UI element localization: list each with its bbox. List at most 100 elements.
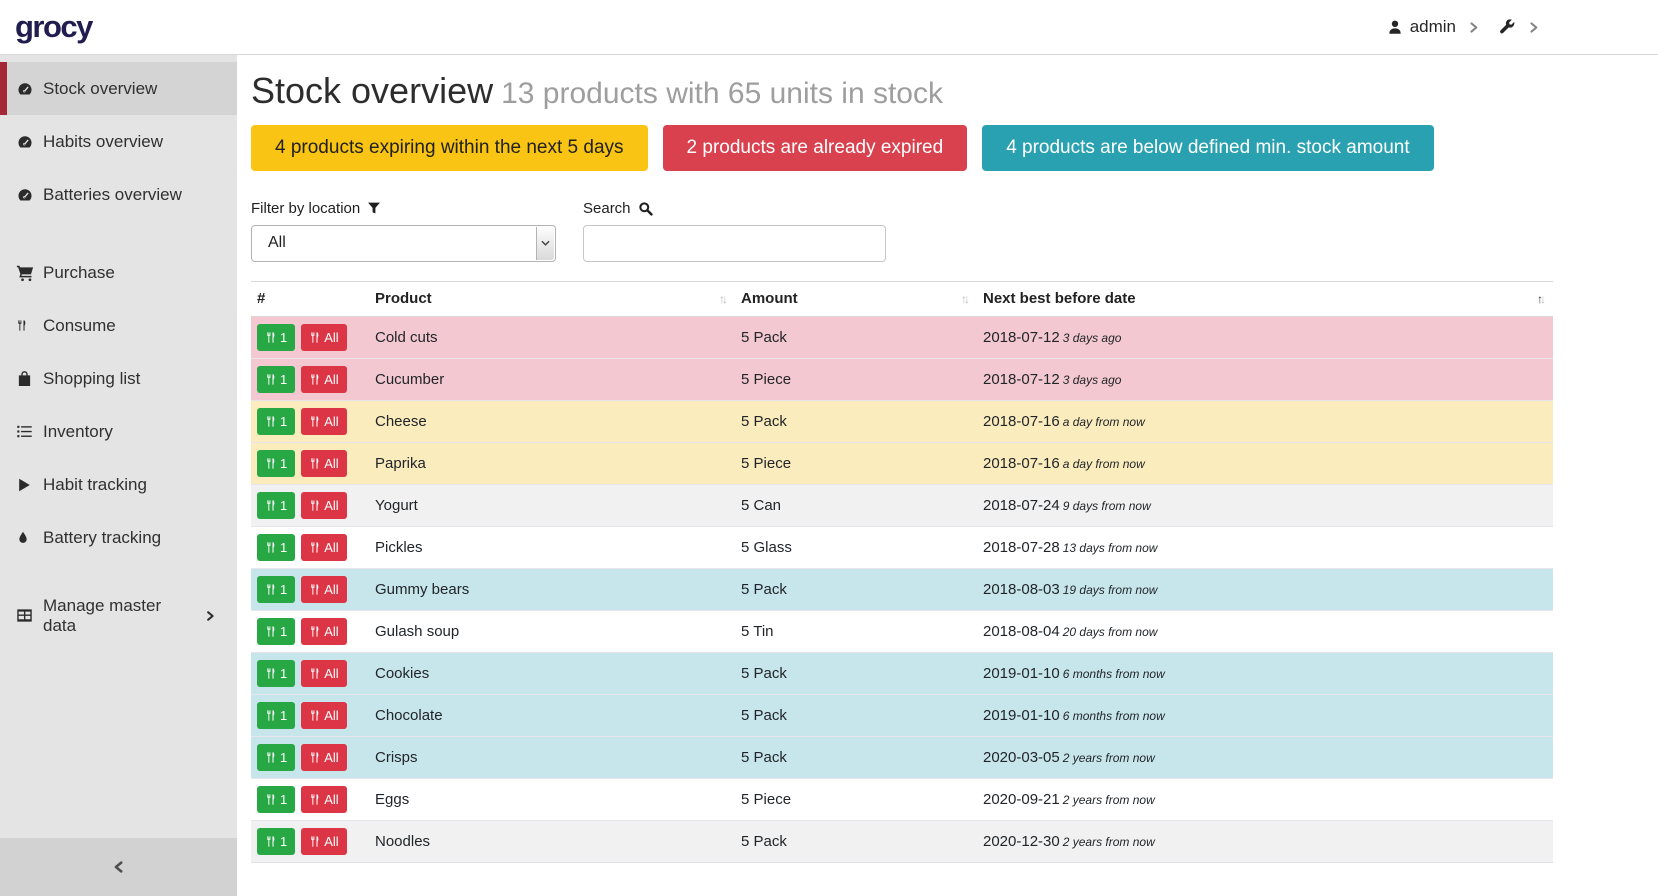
location-select-value: All	[268, 234, 286, 252]
utensils-icon	[309, 834, 320, 849]
sidebar-group: PurchaseConsume Shopping list Inventory Hab…	[0, 246, 237, 564]
utensils-icon	[309, 582, 320, 597]
consume-one-button[interactable]: 1	[257, 534, 295, 561]
sidebar-item-shopping-list[interactable]: Shopping list	[0, 352, 237, 405]
sidebar-item-battery-tracking[interactable]: Battery tracking	[0, 511, 237, 564]
product-name: Gummy bears	[369, 568, 735, 610]
utensils-icon	[309, 540, 320, 555]
consume-one-button[interactable]: 1	[257, 660, 295, 687]
column-label: Next best before date	[983, 290, 1136, 307]
utensils-icon	[309, 792, 320, 807]
consume-one-label: 1	[280, 498, 287, 513]
consume-one-button[interactable]: 1	[257, 450, 295, 477]
search-label-text: Search	[583, 200, 631, 217]
column-header-product[interactable]: Product↑↓	[369, 281, 735, 316]
consume-all-button[interactable]: All	[301, 534, 346, 561]
consume-one-button[interactable]: 1	[257, 702, 295, 729]
consume-one-button[interactable]: 1	[257, 492, 295, 519]
consume-one-button[interactable]: 1	[257, 408, 295, 435]
tachometer-icon	[16, 186, 35, 204]
sidebar-item-habit-tracking[interactable]: Habit tracking	[0, 458, 237, 511]
alerts-row: 4 products expiring within the next 5 da…	[251, 125, 1553, 171]
consume-all-button[interactable]: All	[301, 324, 346, 351]
product-name: Chocolate	[369, 694, 735, 736]
date-value: 2020-09-21	[983, 791, 1060, 808]
utensils-icon	[309, 750, 320, 765]
main-content: Stock overview13 products with 65 units …	[237, 54, 1658, 896]
date-value: 2018-08-03	[983, 581, 1060, 598]
utensils-icon	[309, 708, 320, 723]
sidebar-item-batteries-overview[interactable]: Batteries overview	[0, 168, 237, 221]
consume-all-button[interactable]: All	[301, 828, 346, 855]
product-name: Crisps	[369, 736, 735, 778]
sidebar-collapse-button[interactable]	[0, 838, 237, 896]
location-filter-group: Filter by location All	[251, 200, 556, 262]
sidebar-item-manage-master-data[interactable]: Manage master data	[0, 589, 237, 642]
navbar-right: admin	[1387, 17, 1658, 37]
sidebar-item-consume[interactable]: Consume	[0, 299, 237, 352]
sidebar-item-label: Shopping list	[43, 369, 140, 389]
drop-icon	[16, 530, 35, 546]
date-value: 2018-07-12	[983, 329, 1060, 346]
consume-all-button[interactable]: All	[301, 366, 346, 393]
consume-one-button[interactable]: 1	[257, 744, 295, 771]
alert-below-min-stock[interactable]: 4 products are below defined min. stock …	[982, 125, 1433, 171]
consume-one-label: 1	[280, 540, 287, 555]
column-header-next-best-before-date[interactable]: Next best before date↑↓	[977, 281, 1553, 316]
column-header-amount[interactable]: Amount↑↓	[735, 281, 977, 316]
stock-table-body: 1AllCold cuts5 Pack2018-07-123 days ago1…	[251, 316, 1553, 862]
sidebar-nav: Stock overviewHabits overviewBatteries o…	[0, 54, 237, 838]
consume-all-button[interactable]: All	[301, 576, 346, 603]
search-input[interactable]	[583, 225, 886, 262]
consume-all-button[interactable]: All	[301, 492, 346, 519]
row-actions: 1All	[257, 786, 361, 813]
sidebar-item-stock-overview[interactable]: Stock overview	[0, 62, 237, 115]
consume-all-button[interactable]: All	[301, 660, 346, 687]
consume-one-button[interactable]: 1	[257, 618, 295, 645]
sort-icon: ↑↓	[719, 292, 725, 304]
utensils-icon	[265, 666, 276, 681]
sidebar-item-label: Battery tracking	[43, 528, 161, 548]
product-amount: 5 Pack	[735, 736, 977, 778]
date-value: 2018-07-12	[983, 371, 1060, 388]
consume-all-button[interactable]: All	[301, 702, 346, 729]
alert-expiring[interactable]: 4 products expiring within the next 5 da…	[251, 125, 648, 171]
best-before-date: 2018-08-0420 days from now	[977, 610, 1553, 652]
chevron-left-icon	[112, 860, 126, 874]
alert-expired[interactable]: 2 products are already expired	[663, 125, 968, 171]
row-actions: 1All	[257, 324, 361, 351]
chevron-right-icon	[1527, 21, 1540, 34]
sidebar-item-label: Inventory	[43, 422, 113, 442]
column-label: Amount	[741, 290, 798, 307]
sidebar-item-inventory[interactable]: Inventory	[0, 405, 237, 458]
product-name: Eggs	[369, 778, 735, 820]
consume-one-label: 1	[280, 624, 287, 639]
app-logo[interactable]: grocy	[15, 9, 92, 45]
consume-one-button[interactable]: 1	[257, 366, 295, 393]
consume-all-button[interactable]: All	[301, 744, 346, 771]
consume-all-button[interactable]: All	[301, 786, 346, 813]
best-before-date: 2019-01-106 months from now	[977, 652, 1553, 694]
consume-all-label: All	[324, 834, 338, 849]
consume-all-label: All	[324, 708, 338, 723]
row-actions: 1 All	[257, 366, 361, 393]
utensils-icon	[265, 582, 276, 597]
user-menu[interactable]: admin	[1387, 17, 1456, 37]
consume-all-button[interactable]: All	[301, 618, 346, 645]
consume-all-label: All	[324, 582, 338, 597]
location-select[interactable]: All	[251, 225, 556, 262]
best-before-date: 2020-03-052 years from now	[977, 736, 1553, 778]
sidebar-item-purchase[interactable]: Purchase	[0, 246, 237, 299]
consume-all-button[interactable]: All	[301, 450, 346, 477]
sidebar-item-habits-overview[interactable]: Habits overview	[0, 115, 237, 168]
date-value: 2018-07-28	[983, 539, 1060, 556]
consume-all-button[interactable]: All	[301, 408, 346, 435]
table-row: 1AllYogurt5 Can2018-07-249 days from now	[251, 484, 1553, 526]
date-value: 2018-07-24	[983, 497, 1060, 514]
consume-one-button[interactable]: 1	[257, 576, 295, 603]
settings-menu[interactable]	[1499, 19, 1516, 36]
consume-one-button[interactable]: 1	[257, 324, 295, 351]
consume-one-button[interactable]: 1	[257, 786, 295, 813]
consume-all-label: All	[324, 372, 338, 387]
consume-one-button[interactable]: 1	[257, 828, 295, 855]
